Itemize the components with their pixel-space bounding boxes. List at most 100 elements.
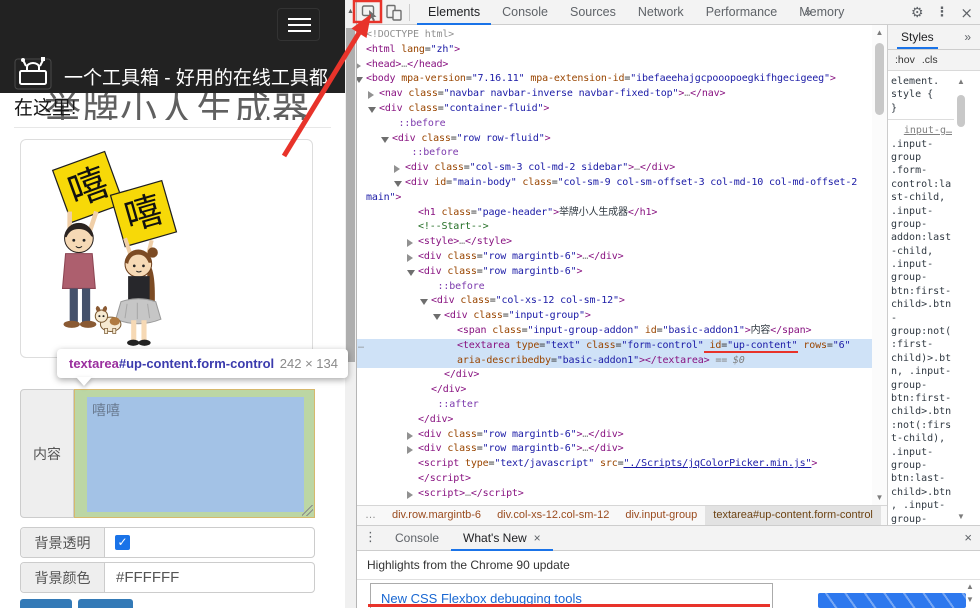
tab-styles[interactable]: Styles [897, 25, 938, 49]
expand-arrow-icon[interactable] [357, 62, 361, 70]
dom-tree-line[interactable]: ::before [357, 280, 872, 295]
rule-selector-line[interactable]: control:la [891, 178, 954, 191]
collapse-arrow-icon[interactable] [420, 299, 428, 305]
breadcrumb-item[interactable]: div.input-group [617, 506, 705, 525]
rule-selector-line[interactable]: , .input- [891, 499, 954, 512]
drawer-menu-icon[interactable]: ⋮ [364, 530, 377, 545]
elements-scrollbar[interactable]: ▲ ▼ [872, 25, 887, 505]
scroll-up-icon[interactable]: ▲ [954, 77, 968, 86]
breadcrumb-item[interactable]: textarea#up-content.form-control [705, 506, 881, 525]
more-tabs-button[interactable]: » [805, 0, 812, 24]
rule-selector-line[interactable]: .input- [891, 138, 954, 151]
collapse-arrow-icon[interactable] [357, 77, 363, 83]
breadcrumb-item[interactable]: div.col-xs-12.col-sm-12 [489, 506, 617, 525]
dom-tree-line[interactable]: <div class="col-xs-12 col-sm-12"> [357, 294, 872, 309]
scroll-down-icon[interactable]: ▼ [872, 493, 887, 502]
tab-elements[interactable]: Elements [417, 0, 491, 25]
dom-tree-line[interactable]: <div id="main-body" class="col-sm-9 col-… [357, 176, 872, 191]
rule-selector-line[interactable]: btn:last- [891, 472, 954, 485]
rule-selector-line[interactable]: addon:last [891, 231, 954, 244]
expand-arrow-icon[interactable] [407, 254, 413, 262]
dom-tree-line[interactable]: …<textarea type="text" class="form-contr… [357, 339, 872, 354]
rule-selector-line[interactable]: st-child, [891, 191, 954, 204]
breadcrumb-overflow[interactable]: … [357, 506, 384, 525]
element-style-line[interactable]: } [891, 102, 954, 115]
inspect-element-icon[interactable] [361, 4, 379, 21]
rule-selector-line[interactable]: - [891, 312, 954, 325]
rule-selector-line[interactable]: child>.btn [891, 298, 954, 311]
rule-selector-line[interactable]: group- [891, 459, 954, 472]
element-style-line[interactable]: style { [891, 88, 954, 101]
drawer-tab-console[interactable]: Console [383, 526, 451, 551]
rule-selector-line[interactable]: group- [891, 218, 954, 231]
dom-tree-line[interactable]: <div class="row row-fluid"> [357, 132, 872, 147]
page-scrollbar[interactable]: ▲ [345, 0, 356, 608]
dom-tree-line[interactable]: <div class="container-fluid"> [357, 102, 872, 117]
menu-toggle-button[interactable] [277, 8, 320, 41]
devtools-close-icon[interactable]: × [960, 4, 973, 22]
dom-tree-line[interactable]: aria-describedby="basic-addon1"></textar… [357, 354, 872, 369]
expand-arrow-icon[interactable] [394, 165, 400, 173]
dom-tree-line[interactable]: </div> [357, 413, 872, 428]
rule-selector-line[interactable]: t-child), [891, 432, 954, 445]
dom-tree-line[interactable]: <div class="row margintb-6">…</div> [357, 250, 872, 265]
rule-selector-line[interactable]: .input- [891, 205, 954, 218]
content-textarea[interactable]: 嘻嘻 [87, 397, 304, 512]
site-brand[interactable]: 一个工具箱 - 好用的在线工具都 [64, 63, 328, 90]
rule-selector-line[interactable]: btn:first- [891, 285, 954, 298]
collapse-arrow-icon[interactable] [368, 107, 376, 113]
styles-scrollbar[interactable]: ▲ ▼ [954, 71, 968, 525]
styles-filter-hov[interactable]: :hov [895, 54, 915, 66]
devtools-menu-icon[interactable]: ⋮ [935, 5, 948, 20]
scroll-down-icon[interactable]: ▼ [963, 595, 977, 604]
dom-tree-line[interactable]: <script>…</script> [357, 487, 872, 502]
rule-selector-line[interactable]: group:not( [891, 325, 954, 338]
dom-tree-line[interactable]: </script> [357, 472, 872, 487]
rule-selector-line[interactable]: n, .input- [891, 365, 954, 378]
styles-filter-cls[interactable]: .cls [922, 54, 938, 66]
dom-tree-line[interactable]: <script type="text/javascript" src="./Sc… [357, 457, 872, 472]
rule-selector-line[interactable]: btn:first- [891, 392, 954, 405]
collapse-arrow-icon[interactable] [433, 314, 441, 320]
site-brand-wrap[interactable]: 在这里! [14, 93, 76, 120]
tab-close-icon[interactable]: × [534, 526, 541, 551]
tab-performance[interactable]: Performance [695, 0, 789, 25]
scroll-up-icon[interactable]: ▲ [872, 28, 887, 37]
expand-arrow-icon[interactable] [368, 91, 374, 99]
elements-scrollbar-thumb[interactable] [875, 43, 884, 115]
expand-arrow-icon[interactable] [407, 239, 413, 247]
rule-selector-line[interactable]: :first- [891, 338, 954, 351]
rule-selector-line[interactable]: child)>.bt [891, 352, 954, 365]
tab-sources[interactable]: Sources [559, 0, 627, 25]
tab-memory[interactable]: Memory [788, 0, 855, 25]
collapse-arrow-icon[interactable] [394, 181, 402, 187]
resize-handle-icon[interactable] [302, 505, 313, 516]
dom-tree-line[interactable]: </div> [357, 368, 872, 383]
styles-scrollbar-thumb[interactable] [957, 95, 965, 127]
dom-tree-line[interactable]: <style>…</style> [357, 235, 872, 250]
page-scrollbar-thumb[interactable] [346, 28, 355, 362]
element-style-line[interactable]: element. [891, 75, 954, 88]
breadcrumb-item[interactable]: div.row.margintb-6 [384, 506, 489, 525]
expand-arrow-icon[interactable] [407, 491, 413, 499]
rule-selector-line[interactable]: group- [891, 271, 954, 284]
scroll-down-icon[interactable]: ▼ [954, 512, 968, 521]
bg-transparent-checkbox[interactable]: ✓ [115, 535, 130, 550]
scroll-up-icon[interactable]: ▲ [963, 582, 977, 591]
dom-tree-line[interactable]: <html lang="zh"> [357, 43, 872, 58]
dom-tree-line[interactable]: </div> [357, 383, 872, 398]
rule-selector-line[interactable]: group- [891, 513, 954, 526]
dom-tree-line[interactable]: <div class="row margintb-6">…</div> [357, 428, 872, 443]
rule-selector-line[interactable]: :not(:firs [891, 419, 954, 432]
bg-color-input[interactable]: #FFFFFF [116, 569, 179, 586]
rule-selector-line[interactable]: .input- [891, 446, 954, 459]
dom-tree-line[interactable]: <div class="col-sm-3 col-md-2 sidebar">…… [357, 161, 872, 176]
styles-more-tabs-icon[interactable]: » [964, 25, 971, 49]
rule-selector-line[interactable]: .form- [891, 164, 954, 177]
rule-selector-line[interactable]: child>.btn [891, 486, 954, 499]
dom-tree-line[interactable]: <div class="row margintb-6"> [357, 265, 872, 280]
whats-new-thumbnail[interactable] [818, 593, 966, 608]
collapse-arrow-icon[interactable] [381, 137, 389, 143]
device-toolbar-icon[interactable] [385, 4, 403, 21]
generate-button[interactable] [20, 599, 72, 608]
